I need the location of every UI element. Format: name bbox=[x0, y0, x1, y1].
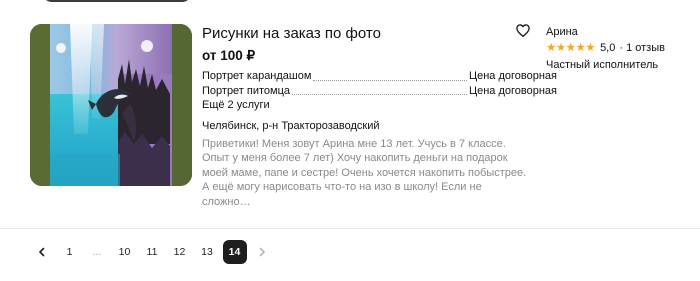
chevron-right-icon bbox=[259, 247, 265, 257]
more-services-link[interactable]: Ещё 2 услуги bbox=[202, 98, 557, 113]
rating-stars: ★ ★ ★ ★ ★ bbox=[546, 42, 596, 54]
listing-photo[interactable] bbox=[30, 24, 192, 186]
seller-type: Частный исполнитель bbox=[546, 59, 659, 71]
pagination-page-active[interactable]: 14 bbox=[222, 240, 247, 264]
service-row: Портрет карандашом Цена договорная bbox=[202, 69, 557, 84]
chevron-left-icon bbox=[39, 247, 45, 257]
pagination: 1 ... 10 11 12 13 14 bbox=[30, 240, 278, 264]
service-price: Цена договорная bbox=[468, 84, 557, 97]
listing-location: Челябинск, р-н Тракторозаводский bbox=[202, 119, 380, 132]
seller-block: Арина ★ ★ ★ ★ ★ 5,0 · 1 отзыв Частный ис… bbox=[546, 24, 696, 72]
section-divider bbox=[0, 228, 700, 229]
listing-title[interactable]: Рисунки на заказ по фото bbox=[202, 25, 557, 43]
pagination-page[interactable]: 12 bbox=[168, 240, 192, 264]
pagination-page[interactable]: 11 bbox=[140, 240, 164, 264]
pagination-page[interactable]: 13 bbox=[195, 240, 219, 264]
star-icon: ★ bbox=[575, 42, 586, 54]
pagination-next-button[interactable] bbox=[250, 240, 274, 264]
rating-value: 5,0 bbox=[600, 42, 616, 54]
reviews-count-link[interactable]: · 1 отзыв bbox=[619, 41, 665, 55]
service-dots bbox=[313, 79, 467, 81]
star-icon: ★ bbox=[585, 42, 596, 54]
pagination-ellipsis: ... bbox=[92, 246, 102, 258]
pagination-prev-button[interactable] bbox=[30, 240, 54, 264]
listing-info: Рисунки на заказ по фото от 100 ₽ Портре… bbox=[202, 24, 557, 209]
previous-listing-image-edge bbox=[42, 0, 192, 2]
seller-name[interactable]: Арина bbox=[546, 25, 696, 39]
services-list: Портрет карандашом Цена договорная Портр… bbox=[202, 69, 557, 113]
service-name: Портрет карандашом bbox=[202, 70, 312, 82]
listing-description: Приветики! Меня зовут Арина мне 13 лет. … bbox=[202, 137, 527, 208]
heart-outline-icon bbox=[516, 23, 530, 37]
listing-card: Рисунки на заказ по фото от 100 ₽ Портре… bbox=[30, 21, 700, 208]
painting-image bbox=[30, 24, 192, 186]
service-dots bbox=[292, 94, 467, 95]
pagination-page[interactable]: 1 bbox=[58, 240, 82, 264]
pagination-page[interactable]: 10 bbox=[113, 240, 137, 264]
service-name: Портрет питомца bbox=[202, 84, 291, 97]
service-price: Цена договорная bbox=[468, 70, 557, 82]
seller-rating: ★ ★ ★ ★ ★ 5,0 · 1 отзыв bbox=[546, 41, 696, 55]
star-icon: ★ bbox=[555, 42, 566, 54]
star-icon: ★ bbox=[565, 42, 576, 54]
favorite-heart-icon[interactable] bbox=[514, 21, 532, 39]
star-icon: ★ bbox=[546, 42, 556, 54]
listing-price: от 100 ₽ bbox=[202, 48, 256, 63]
service-row: Портрет питомца Цена договорная bbox=[202, 84, 557, 99]
